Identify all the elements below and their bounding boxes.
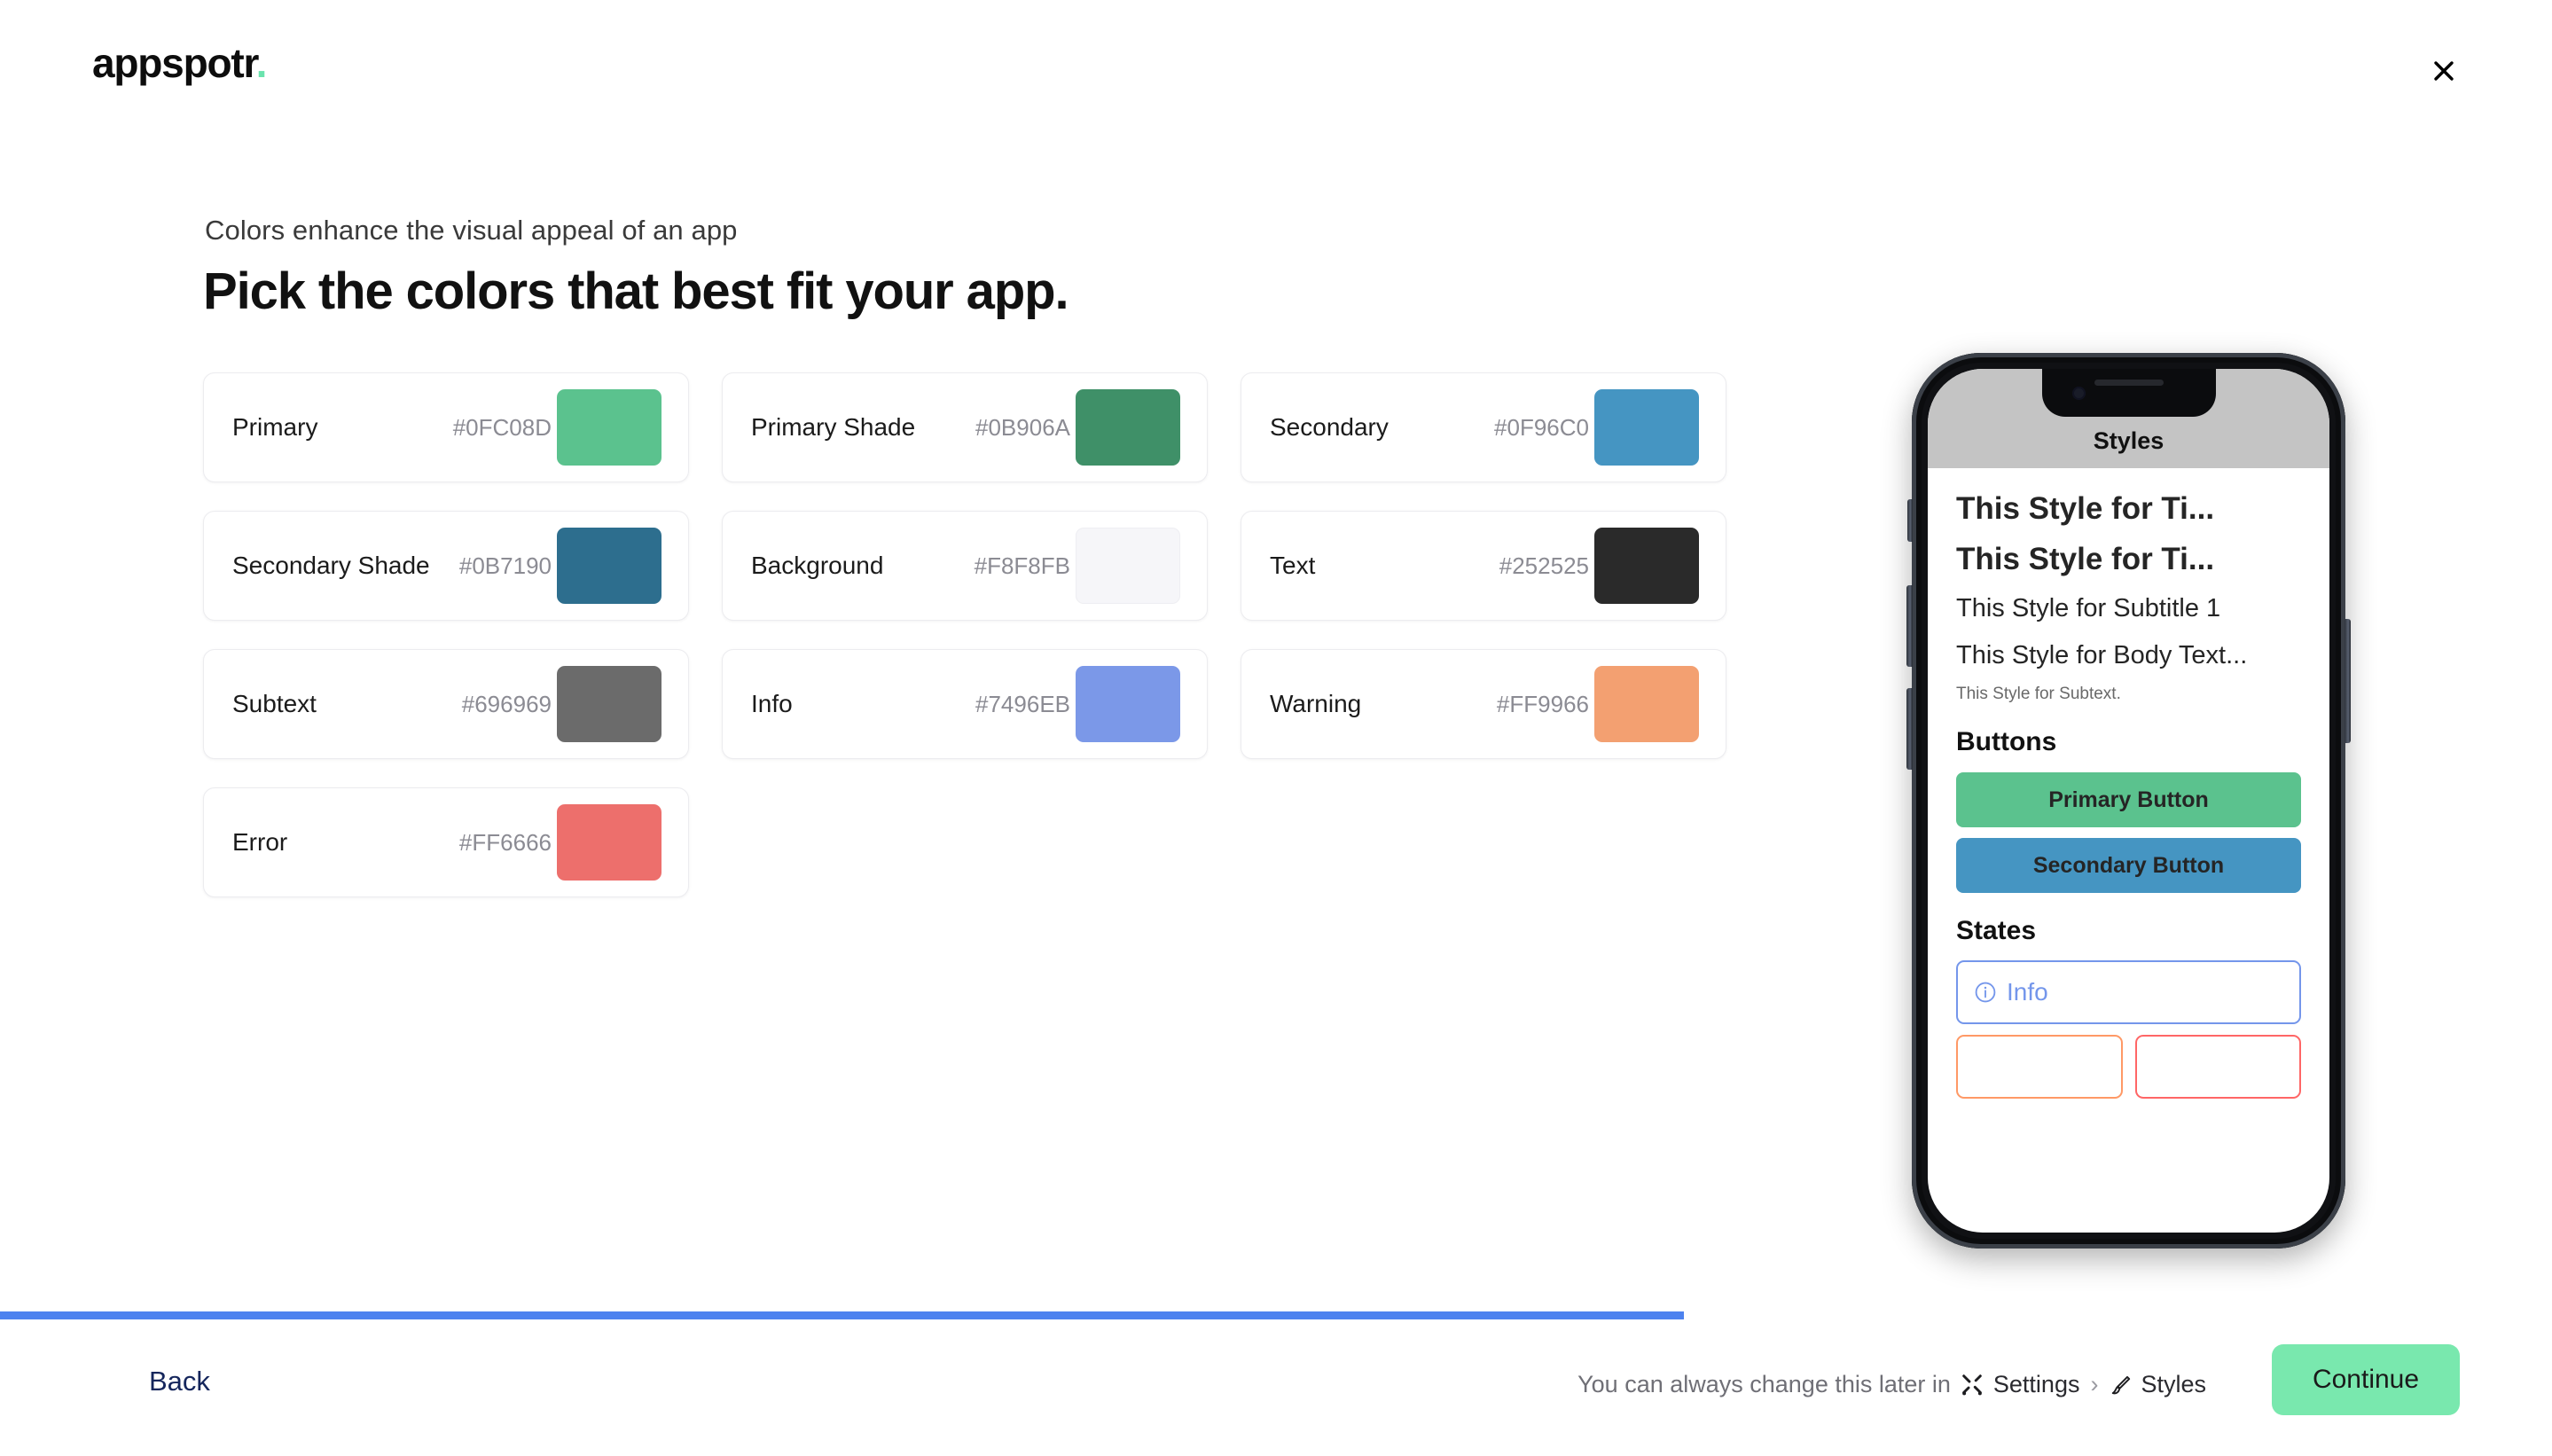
styles-link[interactable]: Styles — [2141, 1371, 2206, 1398]
color-hex-value: #696969 — [461, 690, 552, 717]
logo-wordmark: appspotr — [92, 40, 257, 86]
color-label: Primary — [232, 413, 318, 441]
preview-subtext: This Style for Subtext. — [1956, 685, 2121, 703]
color-swatch[interactable] — [557, 528, 661, 604]
color-label: Text — [1270, 552, 1316, 579]
preview-app-title: Styles — [2093, 427, 2165, 454]
color-hex-value: #FF6666 — [458, 828, 552, 856]
progress-bar — [0, 1311, 2552, 1319]
color-swatch[interactable] — [1076, 528, 1180, 604]
preview-title-1: This Style for Ti... — [1956, 491, 2215, 526]
preview-warning-state[interactable] — [1956, 1035, 2123, 1099]
color-card[interactable]: Error #FF6666 — [203, 787, 689, 897]
color-card[interactable]: Primary Shade #0B906A — [722, 372, 1208, 482]
footer-hint: You can always change this later in Sett… — [1577, 1371, 2206, 1398]
main-content: Colors enhance the visual appeal of an a… — [0, 137, 2552, 1319]
preview-state-row — [1956, 1035, 2301, 1099]
color-label: Info — [751, 690, 793, 717]
onboarding-screen: appspotr. Colors enhance the visual appe… — [0, 0, 2552, 1456]
color-hex-value: #0F96C0 — [1494, 413, 1589, 441]
color-label: Secondary — [1270, 413, 1389, 441]
preview-states-heading: States — [1956, 916, 2037, 945]
color-card[interactable]: Secondary Shade #0B7190 — [203, 511, 689, 621]
settings-link[interactable]: Settings — [1993, 1371, 2080, 1398]
brush-icon — [2109, 1374, 2132, 1397]
preview-body-text: This Style for Body Text... — [1956, 641, 2248, 669]
preview-primary-button[interactable]: Primary Button — [1956, 772, 2301, 827]
phone-mute-switch — [1907, 499, 1913, 542]
phone-power-button — [2345, 619, 2351, 743]
color-card[interactable]: Info #7496EB — [722, 649, 1208, 759]
phone-volume-up — [1906, 585, 1913, 667]
color-hex-value: #0B7190 — [458, 552, 552, 579]
top-bar: appspotr. — [0, 0, 2552, 137]
phone-preview: Styles This Style for Ti... This Style f… — [1906, 353, 2351, 1249]
preview-info-state[interactable]: Info — [1956, 960, 2301, 1024]
color-label: Error — [232, 828, 288, 856]
preview-info-label: Info — [2007, 978, 2048, 1006]
color-label: Warning — [1270, 690, 1362, 717]
color-hex-value: #252525 — [1499, 552, 1589, 579]
color-card[interactable]: Secondary #0F96C0 — [1241, 372, 1726, 482]
tools-icon — [1960, 1373, 1984, 1397]
color-label: Secondary Shade — [232, 552, 430, 579]
preview-secondary-button[interactable]: Secondary Button — [1956, 838, 2301, 893]
color-swatch[interactable] — [1594, 666, 1699, 742]
color-hex-value: #0B906A — [975, 413, 1070, 441]
preview-title-2: This Style for Ti... — [1956, 542, 2215, 576]
preview-buttons-heading: Buttons — [1956, 727, 2057, 756]
color-swatch[interactable] — [557, 804, 661, 881]
preview-error-state[interactable] — [2134, 1035, 2301, 1099]
color-card[interactable]: Subtext #696969 — [203, 649, 689, 759]
close-icon — [2434, 61, 2454, 81]
color-swatch[interactable] — [557, 389, 661, 466]
phone-volume-down — [1906, 688, 1913, 770]
color-hex-value: #FF9966 — [1496, 690, 1589, 717]
color-swatch[interactable] — [1076, 389, 1180, 466]
color-hex-value: #0FC08D — [452, 413, 552, 441]
continue-button[interactable]: Continue — [2272, 1344, 2460, 1415]
color-card[interactable]: Background #F8F8FB — [722, 511, 1208, 621]
color-swatch[interactable] — [557, 666, 661, 742]
info-circle-icon — [1975, 982, 1996, 1003]
logo-dot: . — [255, 40, 268, 86]
appspotr-logo: appspotr. — [92, 40, 268, 86]
progress-bar-fill — [0, 1311, 1685, 1319]
color-grid: Primary #0FC08D Primary Shade #0B906A Second… — [203, 372, 1726, 897]
phone-earpiece — [2094, 380, 2164, 386]
color-swatch[interactable] — [1594, 389, 1699, 466]
page-eyebrow: Colors enhance the visual appeal of an a… — [205, 215, 738, 246]
color-label: Subtext — [232, 690, 317, 717]
color-swatch[interactable] — [1594, 528, 1699, 604]
phone-notch — [2041, 369, 2216, 417]
color-hex-value: #7496EB — [975, 690, 1070, 717]
color-hex-value: #F8F8FB — [974, 552, 1070, 579]
phone-screen: Styles This Style for Ti... This Style f… — [1928, 369, 2329, 1233]
preview-subtitle: This Style for Subtitle 1 — [1956, 594, 2221, 622]
color-card[interactable]: Warning #FF9966 — [1241, 649, 1726, 759]
chevron-right-icon: › — [2090, 1371, 2099, 1397]
color-card[interactable]: Primary #0FC08D — [203, 372, 689, 482]
footer: Back You can always change this later in… — [0, 1319, 2552, 1456]
color-label: Background — [751, 552, 884, 579]
color-swatch[interactable] — [1076, 666, 1180, 742]
color-card[interactable]: Text #252525 — [1241, 511, 1726, 621]
page-title: Pick the colors that best fit your app. — [203, 262, 1069, 320]
close-button[interactable] — [2424, 51, 2463, 90]
footer-hint-text: You can always change this later in — [1577, 1371, 1951, 1397]
back-button[interactable]: Back — [149, 1366, 210, 1397]
color-label: Primary Shade — [751, 413, 916, 441]
preview-body: This Style for Ti... This Style for Ti..… — [1928, 468, 2329, 1233]
phone-front-camera — [2071, 387, 2086, 400]
